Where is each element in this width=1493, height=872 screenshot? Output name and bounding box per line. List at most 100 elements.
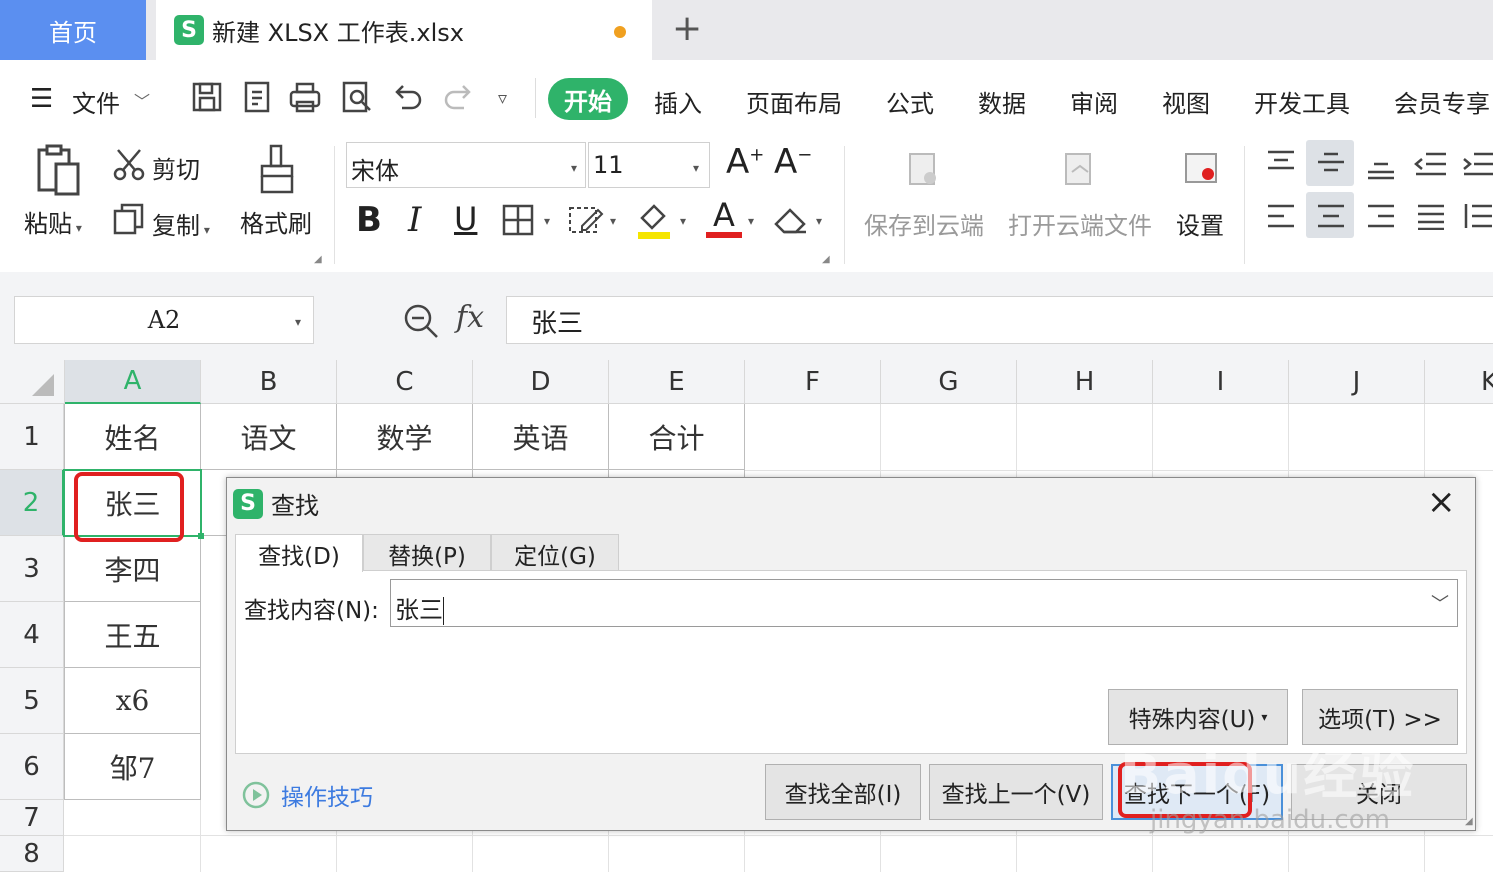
name-box[interactable]: A2 ▾ [14,296,314,344]
chevron-down-icon[interactable]: ▾ [544,214,550,228]
border-icon[interactable] [502,204,534,236]
row-header-3[interactable]: 3 [0,536,64,602]
font-shrink-button[interactable]: A− [774,142,812,182]
menu-member[interactable]: 会员专享 [1394,84,1490,119]
customize-toolbar-icon[interactable]: ▿ [498,88,507,109]
paste-icon[interactable] [36,144,82,196]
select-all-corner[interactable] [0,360,65,404]
font-grow-button[interactable]: A+ [726,142,764,182]
tab-file[interactable]: S 新建 XLSX 工作表.xlsx [156,0,652,60]
underline-button[interactable]: U [454,200,477,238]
font-launcher-icon[interactable]: ◢ [822,254,830,265]
menu-developer[interactable]: 开发工具 [1254,84,1350,119]
cell-e1[interactable]: 合计 [609,404,745,470]
new-tab-button[interactable]: + [672,8,702,49]
settings-button[interactable]: 设置 [1176,206,1224,241]
column-header-i[interactable]: I [1153,360,1289,404]
align-left-icon[interactable] [1266,202,1296,230]
cell-d1[interactable]: 英语 [473,404,609,470]
tab-replace[interactable]: 替换(P) [363,534,491,572]
format-painter-icon[interactable] [256,144,298,194]
tab-find[interactable]: 查找(D) [235,534,363,572]
tab-goto[interactable]: 定位(G) [491,534,619,572]
clipboard-launcher-icon[interactable]: ◢ [314,254,322,265]
paste-button[interactable]: 粘贴 ▾ [24,204,82,239]
settings-gear-icon[interactable] [1184,152,1220,188]
hamburger-menu-icon[interactable]: ☰ [30,84,53,114]
fill-handle[interactable] [198,533,204,539]
increase-indent-icon[interactable] [1462,150,1493,178]
redo-icon[interactable] [442,80,476,114]
cell-a1[interactable]: 姓名 [64,404,201,470]
find-previous-button[interactable]: 查找上一个(V) [929,764,1103,820]
column-header-a[interactable]: A [65,360,201,404]
scissors-icon[interactable] [112,146,148,182]
print-icon[interactable] [288,80,322,114]
cell-a5[interactable]: x6 [64,668,201,734]
cell-a6[interactable]: 邹7 [64,734,201,800]
row-header-6[interactable]: 6 [0,734,64,800]
export-pdf-icon[interactable] [240,80,274,114]
insert-function-button[interactable]: fx [456,300,484,335]
font-size-select[interactable]: 11 ▾ [588,142,710,188]
font-color-button[interactable]: A [706,196,742,238]
cell-a3[interactable]: 李四 [64,536,201,602]
find-input[interactable]: 张三 ﹀ [390,579,1458,627]
chevron-down-icon[interactable]: ﹀ [134,88,150,112]
menu-formulas[interactable]: 公式 [886,84,934,119]
column-header-b[interactable]: B [201,360,337,404]
undo-icon[interactable] [390,80,424,114]
format-painter-button[interactable]: 格式刷 [240,204,312,239]
column-header-d[interactable]: D [473,360,609,404]
print-preview-icon[interactable] [340,80,374,114]
column-header-e[interactable]: E [609,360,745,404]
column-header-j[interactable]: J [1289,360,1425,404]
justify-icon[interactable] [1416,202,1446,230]
chevron-down-icon[interactable]: ▾ [610,214,616,228]
zoom-search-icon[interactable] [402,302,440,340]
copy-button[interactable]: 复制 ▾ [152,206,210,241]
decrease-indent-icon[interactable] [1414,150,1448,178]
open-cloud-file-button[interactable]: 打开云端文件 [1008,206,1152,241]
cell-c1[interactable]: 数学 [337,404,473,470]
chevron-down-icon[interactable]: ▾ [748,214,754,228]
chevron-down-icon[interactable]: ﹀ [1431,590,1449,616]
cell-style-icon[interactable] [568,204,604,236]
menu-start[interactable]: 开始 [548,78,628,120]
align-center-icon[interactable] [1316,202,1346,230]
fill-color-icon[interactable] [636,200,672,240]
align-bottom-icon[interactable] [1366,150,1396,180]
dialog-close-icon[interactable]: × [1427,482,1456,522]
row-header-5[interactable]: 5 [0,668,64,734]
menu-review[interactable]: 审阅 [1070,84,1118,119]
column-header-g[interactable]: G [881,360,1017,404]
find-all-button[interactable]: 查找全部(I) [765,764,921,820]
menu-data[interactable]: 数据 [978,84,1026,119]
distributed-align-icon[interactable] [1462,202,1493,230]
column-header-k[interactable]: K [1425,360,1493,404]
align-right-icon[interactable] [1366,202,1396,230]
menu-file[interactable]: 文件 [72,84,120,119]
save-icon[interactable] [190,80,224,114]
tips-link[interactable]: 操作技巧 [241,778,373,812]
row-header-7[interactable]: 7 [0,800,64,836]
menu-page-layout[interactable]: 页面布局 [746,84,842,119]
menu-view[interactable]: 视图 [1162,84,1210,119]
cut-button[interactable]: 剪切 [152,150,200,185]
cloud-save-icon[interactable] [906,152,942,188]
save-to-cloud-button[interactable]: 保存到云端 [864,206,984,241]
eraser-icon[interactable] [772,202,810,236]
formula-input[interactable]: 张三 [506,296,1493,344]
cell-b1[interactable]: 语文 [201,404,337,470]
bold-button[interactable]: B [356,200,382,240]
tab-home[interactable]: 首页 [0,0,146,60]
menu-insert[interactable]: 插入 [654,84,702,119]
cell-a4[interactable]: 王五 [64,602,201,668]
copy-icon[interactable] [112,202,146,236]
column-header-h[interactable]: H [1017,360,1153,404]
italic-button[interactable]: I [408,200,421,240]
row-header-2[interactable]: 2 [0,470,64,536]
row-header-1[interactable]: 1 [0,404,64,470]
cloud-open-icon[interactable] [1062,152,1098,188]
column-header-c[interactable]: C [337,360,473,404]
